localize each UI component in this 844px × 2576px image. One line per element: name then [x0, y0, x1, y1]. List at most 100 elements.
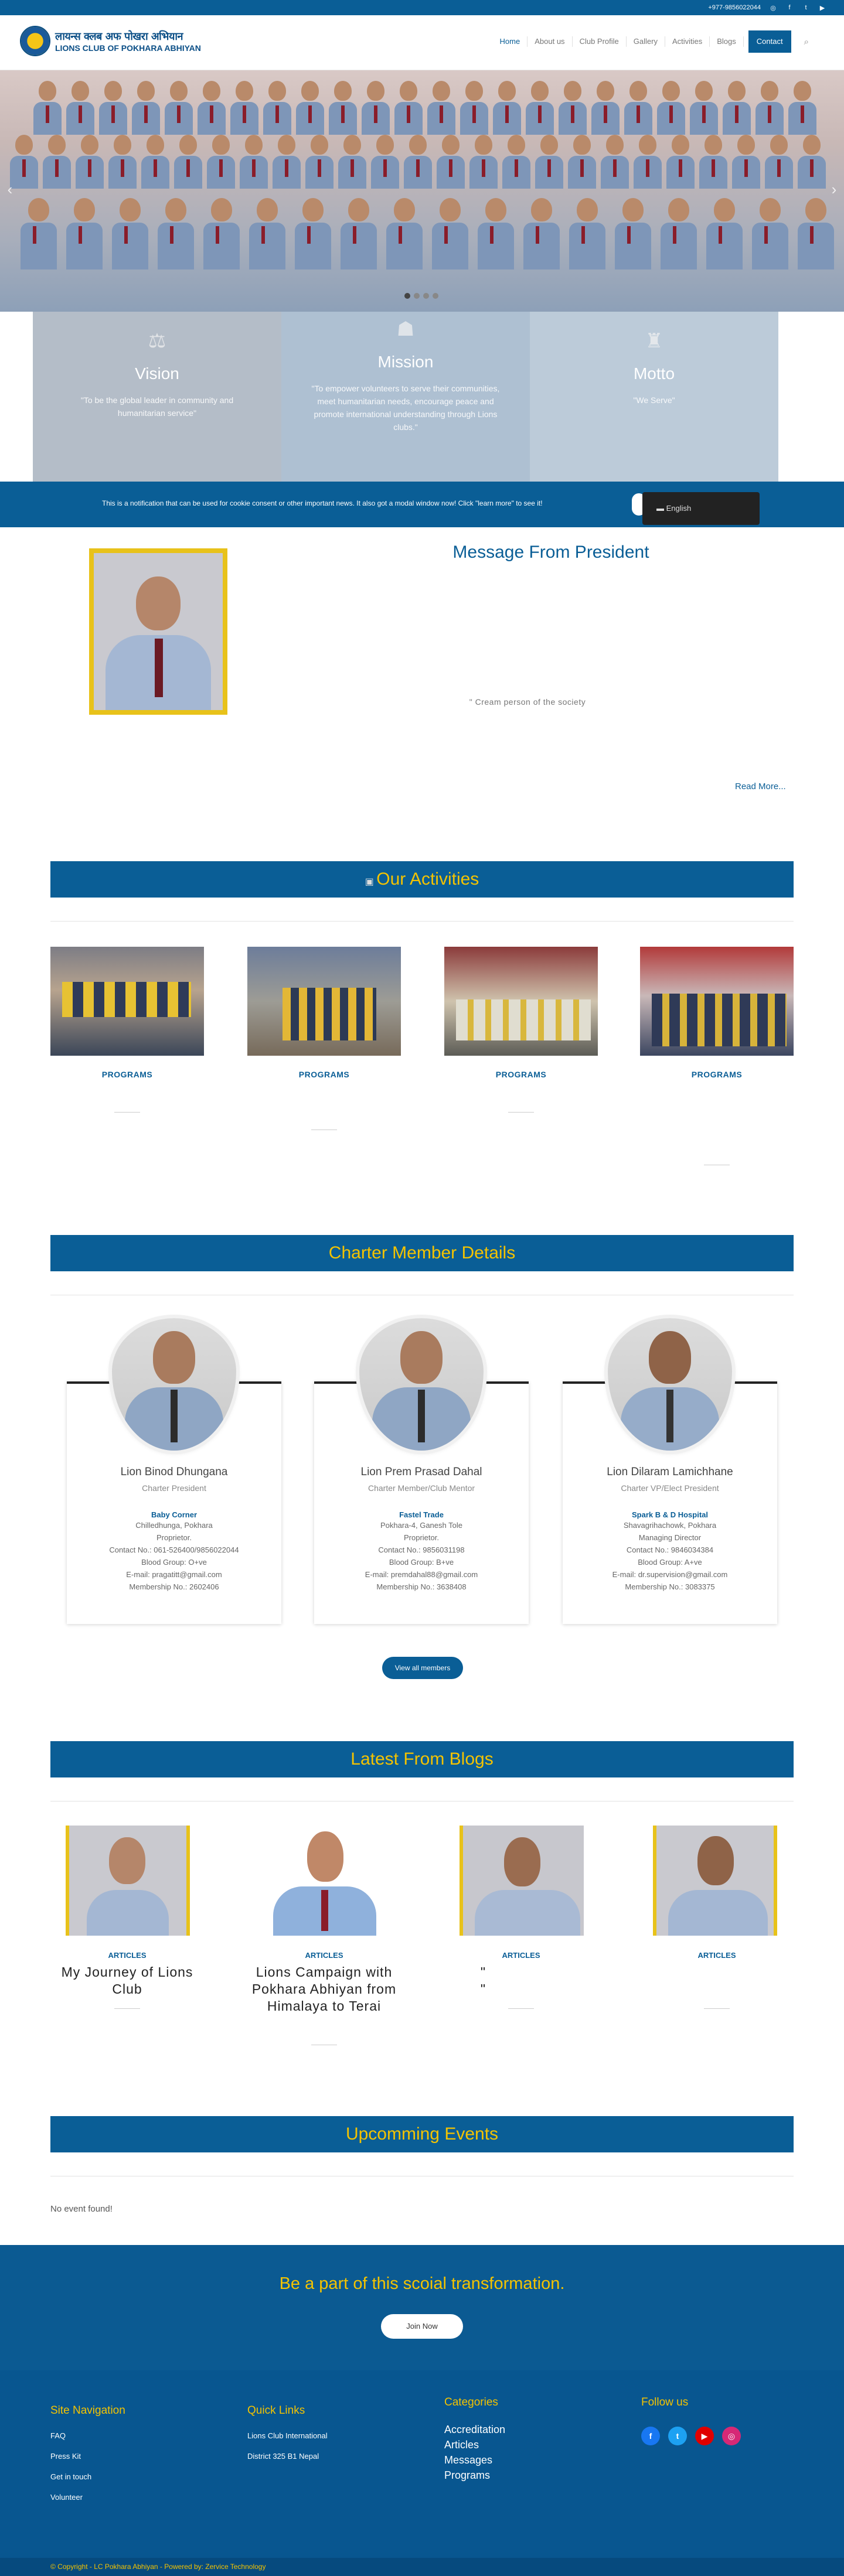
nav-club-profile[interactable]: Club Profile	[573, 36, 627, 47]
logo-text-english: LIONS CLUB OF POKHARA ABHIYAN	[55, 43, 201, 53]
search-icon[interactable]: ⌕	[804, 37, 809, 47]
no-events-text: No event found!	[50, 2204, 113, 2214]
activity-image[interactable]	[640, 947, 794, 1056]
notice-text: This is a notification that can be used …	[102, 499, 543, 507]
lions-emblem-icon	[20, 26, 50, 56]
footer-quick-links: Quick Links Lions Club International Dis…	[247, 2404, 328, 2466]
join-now-button[interactable]: Join Now	[381, 2314, 463, 2339]
slider-next-arrow-icon[interactable]: ›	[826, 176, 842, 203]
scales-icon: ⚖	[148, 330, 166, 352]
slider-dot[interactable]	[423, 293, 429, 299]
activity-image[interactable]	[50, 947, 204, 1056]
blog-image[interactable]	[653, 1826, 777, 1936]
category-link[interactable]: Programs	[444, 2468, 505, 2483]
member-detail: Pokhara-4, Ganesh Tole	[380, 1521, 462, 1530]
instagram-icon[interactable]: ◎	[722, 2427, 741, 2445]
member-detail: Blood Group: O+ve	[141, 1558, 207, 1567]
footer-link[interactable]: Volunteer	[50, 2487, 125, 2507]
blog-image[interactable]	[460, 1826, 584, 1936]
category-link[interactable]: Messages	[444, 2452, 505, 2468]
view-all-members-button[interactable]: View all members	[382, 1657, 463, 1679]
activity-label[interactable]: PROGRAMS	[640, 1070, 794, 1079]
blog-title[interactable]: My Journey of Lions Club	[50, 1964, 204, 1998]
mission-icon: ☗	[396, 318, 415, 340]
vision-title: Vision	[135, 364, 179, 383]
category-link[interactable]: Articles	[444, 2437, 505, 2452]
blog-category[interactable]: ARTICLES	[444, 1951, 598, 1960]
slider-dot[interactable]	[433, 293, 438, 299]
blog-title[interactable]: " "	[444, 1964, 598, 1998]
member-detail: Shavagrihachowk, Pokhara	[623, 1521, 717, 1530]
activity-label[interactable]: PROGRAMS	[444, 1070, 598, 1079]
member-detail: Membership No.: 3083375	[625, 1582, 715, 1591]
blog-category[interactable]: ARTICLES	[640, 1951, 794, 1960]
member-name: Lion Prem Prasad Dahal	[360, 1466, 482, 1478]
language-switcher[interactable]: ▬ English	[642, 492, 760, 525]
flag-icon: ▬	[656, 504, 666, 513]
member-detail: Membership No.: 3638408	[376, 1582, 467, 1591]
twitter-icon[interactable]: t	[668, 2427, 687, 2445]
copyright-text: © Copyright - LC Pokhara Abhiyan - Power…	[50, 2563, 266, 2571]
blog-category[interactable]: ARTICLES	[50, 1951, 204, 1960]
hero-slider-image	[0, 70, 844, 312]
nav-about-us[interactable]: About us	[528, 36, 573, 47]
phone-number[interactable]: +977-9856022044	[708, 4, 761, 11]
footer-link[interactable]: FAQ	[50, 2425, 125, 2446]
member-photo	[359, 1318, 484, 1451]
member-name: Lion Binod Dhungana	[120, 1466, 228, 1478]
facebook-icon[interactable]: f	[785, 4, 794, 12]
cta-banner	[0, 2245, 844, 2370]
blogs-header: Latest From Blogs	[50, 1741, 794, 1777]
blog-title[interactable]: Lions Campaign with Pokhara Abhiyan from…	[247, 1964, 401, 2015]
footer-heading: Site Navigation	[50, 2404, 125, 2417]
copyright-bar: © Copyright - LC Pokhara Abhiyan - Power…	[0, 2558, 844, 2576]
footer-follow-us: Follow us f t ▶ ◎	[641, 2396, 741, 2445]
activity-image[interactable]	[444, 947, 598, 1056]
footer-heading: Follow us	[641, 2396, 689, 2408]
instagram-icon[interactable]: ◎	[769, 4, 777, 12]
trophy-icon: ♜	[645, 330, 663, 352]
motto-box: ♜ Motto "We Serve"	[530, 312, 778, 482]
events-title: Upcomming Events	[345, 2124, 499, 2144]
events-header: Upcomming Events	[50, 2116, 794, 2152]
top-bar: +977-9856022044 ◎ f t ▶	[0, 0, 844, 15]
slider-dot[interactable]	[414, 293, 420, 299]
slider-dot[interactable]	[404, 293, 410, 299]
nav-home[interactable]: Home	[493, 36, 528, 47]
member-photo	[112, 1318, 236, 1451]
activity-label[interactable]: PROGRAMS	[50, 1070, 204, 1079]
youtube-icon[interactable]: ▶	[695, 2427, 714, 2445]
activity-label[interactable]: PROGRAMS	[247, 1070, 401, 1079]
nav-gallery[interactable]: Gallery	[627, 36, 665, 47]
member-business: Baby Corner	[151, 1510, 198, 1519]
member-detail: Contact No.: 9846034384	[626, 1545, 714, 1554]
youtube-icon[interactable]: ▶	[818, 4, 826, 12]
site-logo[interactable]: लायन्स क्लब अफ पोखरा अभियान LIONS CLUB O…	[20, 26, 201, 56]
group-photo-front-row	[21, 198, 834, 269]
member-detail: E-mail: dr.supervision@gmail.com	[612, 1570, 728, 1579]
footer-link[interactable]: Get in touch	[50, 2466, 125, 2487]
twitter-icon[interactable]: t	[802, 4, 810, 12]
blog-category[interactable]: ARTICLES	[247, 1951, 401, 1960]
member-detail: E-mail: pragatitt@gmail.com	[126, 1570, 222, 1579]
activity-image[interactable]	[247, 947, 401, 1056]
footer-heading: Categories	[444, 2396, 498, 2408]
nav-activities[interactable]: Activities	[665, 36, 710, 47]
member-detail: E-mail: premdahal88@gmail.com	[365, 1570, 478, 1579]
footer-link[interactable]: Press Kit	[50, 2446, 125, 2466]
category-link[interactable]: Accreditation	[444, 2422, 505, 2437]
nav-contact-button[interactable]: Contact	[748, 30, 791, 53]
blog-image[interactable]	[66, 1826, 190, 1936]
footer-link[interactable]: Lions Club International	[247, 2425, 328, 2446]
facebook-icon[interactable]: f	[641, 2427, 660, 2445]
blog-image[interactable]	[263, 1826, 387, 1936]
member-detail: Managing Director	[638, 1533, 702, 1542]
vision-text: "To be the global leader in community an…	[80, 395, 234, 418]
member-detail: Membership No.: 2602406	[129, 1582, 219, 1591]
read-more-link[interactable]: Read More...	[735, 782, 786, 791]
slider-prev-arrow-icon[interactable]: ‹	[2, 176, 18, 203]
footer-link[interactable]: District 325 B1 Nepal	[247, 2446, 328, 2466]
nav-blogs[interactable]: Blogs	[710, 36, 744, 47]
president-message-quote: " Cream person of the society	[469, 697, 586, 707]
divider	[114, 2008, 140, 2009]
